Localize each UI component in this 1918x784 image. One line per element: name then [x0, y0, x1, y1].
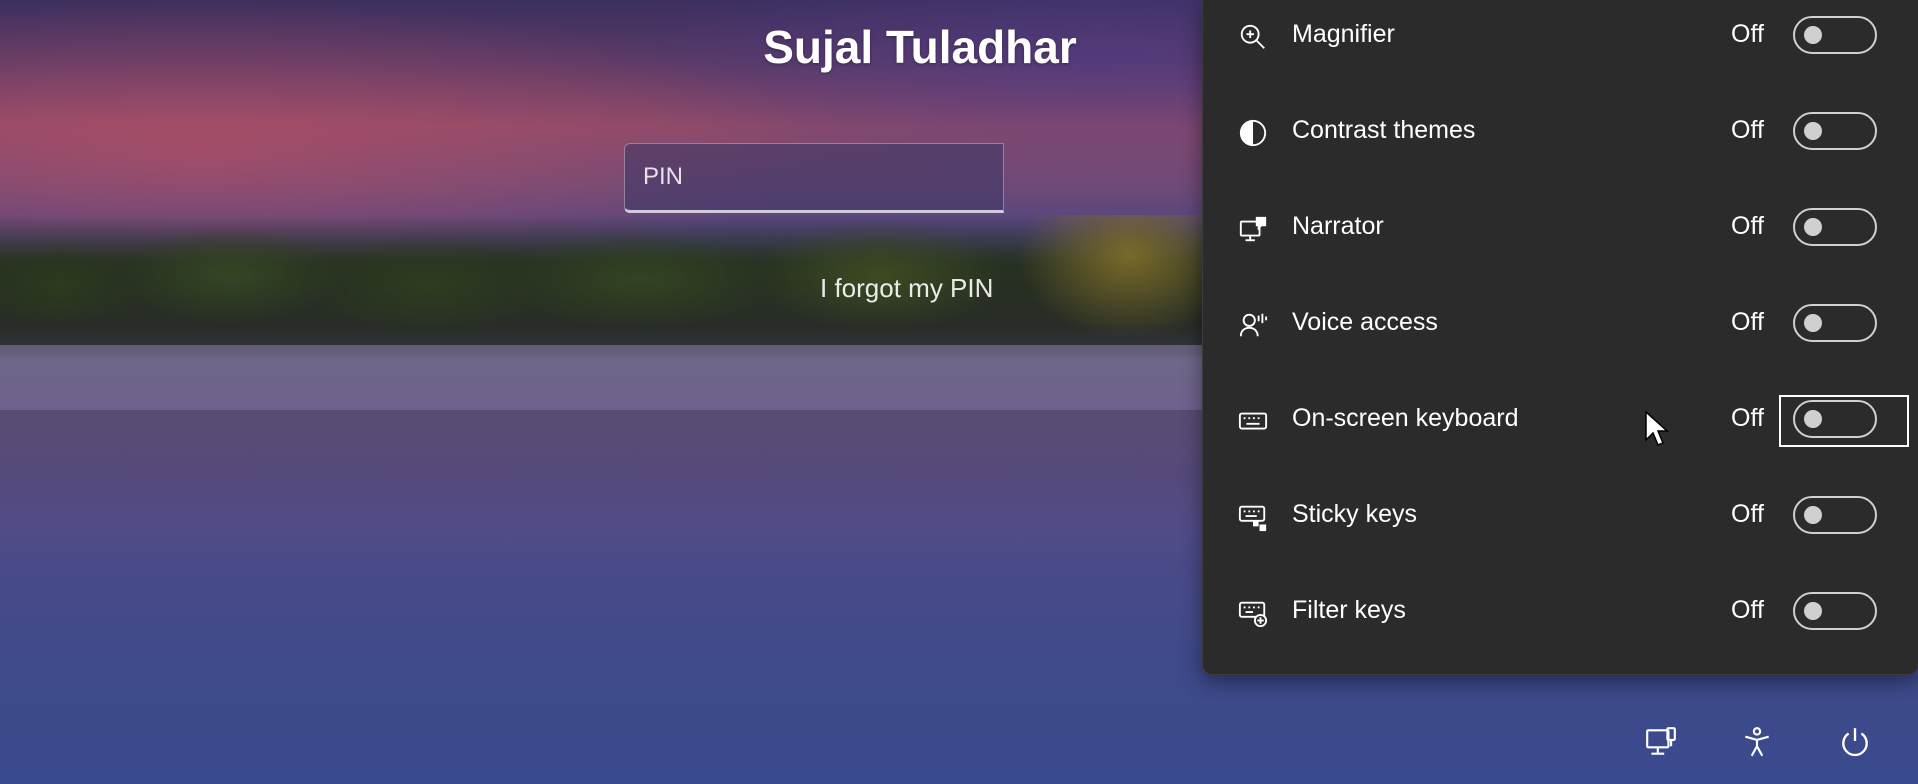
toggle-knob — [1804, 314, 1822, 332]
contrast-themes-toggle[interactable] — [1793, 112, 1877, 150]
accessibility-icon[interactable] — [1737, 722, 1777, 762]
keyboard-focus-ring — [1779, 395, 1909, 447]
network-icon[interactable] — [1641, 722, 1681, 762]
pin-input[interactable] — [624, 143, 1004, 213]
a11y-item-state: Off — [1731, 212, 1764, 240]
user-name: Sujal Tuladhar — [763, 21, 1077, 73]
a11y-item-state: Off — [1731, 20, 1764, 48]
toggle-knob — [1804, 26, 1822, 44]
a11y-item-label: Filter keys — [1292, 596, 1406, 624]
accessibility-flyout: Magnifier Off Contrast themes Off Narrat… — [1202, 0, 1918, 675]
contrast-icon — [1236, 116, 1270, 150]
a11y-item-label: Contrast themes — [1292, 116, 1476, 144]
a11y-item-label: Voice access — [1292, 308, 1438, 336]
keyboard-icon — [1236, 404, 1270, 438]
a11y-item-label: Narrator — [1292, 212, 1384, 240]
forgot-pin-link[interactable]: I forgot my PIN — [820, 273, 993, 304]
sticky-keys-toggle[interactable] — [1793, 496, 1877, 534]
a11y-item-state: Off — [1731, 500, 1764, 528]
a11y-item-state: Off — [1731, 308, 1764, 336]
toggle-knob — [1804, 218, 1822, 236]
voice-access-icon — [1236, 308, 1270, 342]
filter-keys-toggle[interactable] — [1793, 592, 1877, 630]
a11y-item-narrator[interactable]: Narrator Off — [1203, 192, 1918, 288]
voice-access-toggle[interactable] — [1793, 304, 1877, 342]
narrator-icon — [1236, 212, 1270, 246]
a11y-item-label: Magnifier — [1292, 20, 1395, 48]
a11y-item-sticky-keys[interactable]: Sticky keys Off — [1203, 480, 1918, 576]
filter-keys-icon — [1236, 596, 1270, 630]
lock-screen: Sujal Tuladhar I forgot my PIN Magnifier… — [0, 0, 1918, 784]
toggle-knob — [1804, 122, 1822, 140]
power-icon[interactable] — [1835, 722, 1875, 762]
magnifier-toggle[interactable] — [1793, 16, 1877, 54]
a11y-item-filter-keys[interactable]: Filter keys Off — [1203, 576, 1918, 672]
a11y-item-state: Off — [1731, 404, 1764, 432]
sticky-keys-icon — [1236, 500, 1270, 534]
narrator-toggle[interactable] — [1793, 208, 1877, 246]
a11y-item-state: Off — [1731, 596, 1764, 624]
toggle-knob — [1804, 602, 1822, 620]
a11y-item-contrast-themes[interactable]: Contrast themes Off — [1203, 96, 1918, 192]
a11y-item-label: Sticky keys — [1292, 500, 1418, 528]
a11y-item-magnifier[interactable]: Magnifier Off — [1203, 0, 1918, 96]
a11y-item-state: Off — [1731, 116, 1764, 144]
mouse-cursor-icon — [1645, 410, 1669, 446]
a11y-item-voice-access[interactable]: Voice access Off — [1203, 288, 1918, 384]
a11y-item-label: On-screen keyboard — [1292, 404, 1519, 432]
magnifier-icon — [1236, 20, 1270, 54]
toggle-knob — [1804, 506, 1822, 524]
